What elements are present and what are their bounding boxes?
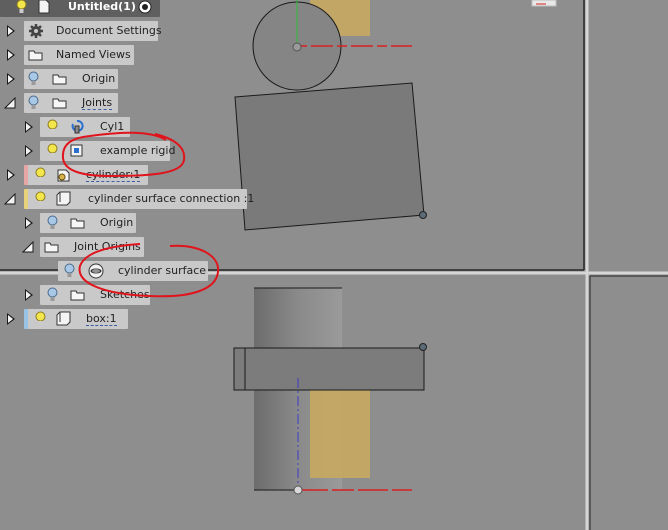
expand-arrow-icon[interactable] (25, 121, 33, 133)
browser-item-origin[interactable]: Origin (24, 69, 118, 89)
browser-root-label: Untitled(1) (68, 0, 136, 13)
activate-radio-icon[interactable] (138, 0, 152, 14)
document-icon (38, 0, 50, 14)
browser-item-label: Sketches (100, 288, 150, 301)
lightbulb-icon[interactable] (35, 191, 46, 206)
lightbulb-off-icon[interactable] (28, 95, 39, 110)
box-side (233, 347, 425, 391)
lightbulb-off-icon[interactable] (64, 263, 75, 278)
component-icon (56, 191, 71, 206)
lightbulb-off-icon[interactable] (28, 71, 39, 86)
browser-item-cylinder-surface[interactable]: cylinder surface (58, 261, 208, 281)
browser-item-label: Origin (82, 72, 116, 85)
folder-icon (44, 242, 59, 253)
browser-item-label: cylinder surface (118, 264, 207, 277)
lightbulb-off-icon[interactable] (47, 287, 58, 302)
browser-item-cylinder-surface-connection[interactable]: cylinder surface connection :1 (24, 189, 254, 209)
lightbulb-icon[interactable] (35, 311, 46, 326)
lightbulb-icon[interactable] (16, 0, 27, 14)
gear-icon (29, 24, 43, 38)
joint-origin-icon (88, 263, 104, 279)
folder-icon (52, 74, 67, 85)
browser-item-document-settings[interactable]: Document Settings (24, 21, 162, 41)
folder-icon (28, 50, 43, 61)
box-corner-point (419, 211, 427, 219)
browser-item-label: Named Views (56, 48, 131, 61)
collapse-arrow-icon[interactable] (4, 97, 16, 109)
revolute-joint-icon (71, 119, 84, 134)
browser-panel: Untitled(1) Document Settings Named View… (0, 0, 260, 340)
expand-arrow-icon[interactable] (25, 217, 33, 229)
browser-root-row[interactable]: Untitled(1) (0, 0, 160, 17)
browser-item-label: Cyl1 (100, 120, 125, 133)
wood-block-bottom (310, 390, 370, 478)
expand-arrow-icon[interactable] (7, 49, 15, 61)
browser-item-cyl1[interactable]: Cyl1 (40, 117, 130, 137)
browser-item-label: Joint Origins (74, 240, 141, 253)
browser-item-origin-nested[interactable]: Origin (40, 213, 136, 233)
browser-item-label: Document Settings (56, 24, 162, 37)
collapse-arrow-icon[interactable] (4, 193, 16, 205)
expand-arrow-icon[interactable] (7, 169, 15, 181)
expand-arrow-icon[interactable] (7, 313, 15, 325)
box-side-corner-point (419, 343, 427, 351)
folder-icon (70, 218, 85, 229)
browser-item-named-views[interactable]: Named Views (24, 45, 134, 65)
browser-item-box-1[interactable]: box:1 (24, 309, 128, 329)
browser-item-label: Joints (82, 96, 113, 110)
browser-item-joint-origins[interactable]: Joint Origins (40, 237, 144, 257)
component-link-icon (57, 169, 70, 182)
browser-item-label: example rigid (100, 144, 176, 157)
expand-arrow-icon[interactable] (7, 73, 15, 85)
browser-item-label: cylinder surface connection :1 (88, 192, 255, 205)
3d-viewport[interactable]: Untitled(1) Document Settings Named View… (0, 0, 668, 530)
browser-item-sketches[interactable]: Sketches (40, 285, 150, 305)
folder-icon (70, 290, 85, 301)
browser-item-joints[interactable]: Joints (24, 93, 118, 113)
browser-item-example-rigid[interactable]: example rigid (40, 141, 175, 161)
browser-item-label: Origin (100, 216, 134, 229)
component-icon (56, 311, 71, 326)
lightbulb-off-icon[interactable] (47, 215, 58, 230)
expand-arrow-icon[interactable] (25, 289, 33, 301)
collapse-arrow-icon[interactable] (22, 241, 34, 253)
tilted-box-body (234, 82, 425, 231)
lightbulb-icon[interactable] (35, 167, 46, 182)
lightbulb-icon[interactable] (47, 119, 58, 134)
browser-item-cylinder-1[interactable]: cylinder:1 (24, 165, 148, 185)
view-cube-icon[interactable] (531, 0, 557, 7)
expand-arrow-icon[interactable] (7, 25, 15, 37)
origin-point-bottom (293, 485, 303, 495)
expand-arrow-icon[interactable] (25, 145, 33, 157)
browser-item-label: box:1 (86, 312, 117, 326)
origin-point-top (292, 42, 302, 52)
browser-item-label: cylinder:1 (86, 168, 141, 182)
rigid-joint-icon (70, 144, 83, 157)
folder-icon (52, 98, 67, 109)
lightbulb-icon[interactable] (47, 143, 58, 158)
